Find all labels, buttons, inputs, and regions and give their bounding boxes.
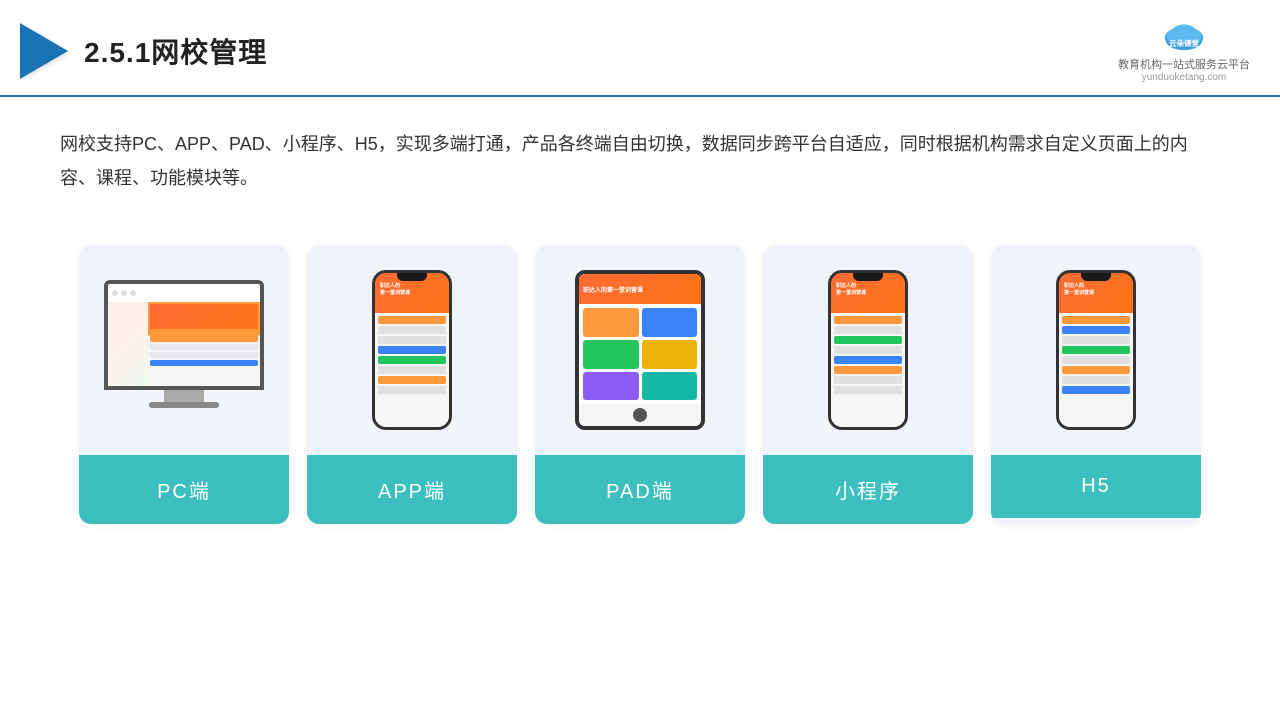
monitor-stand xyxy=(164,390,204,402)
phone-body xyxy=(375,313,449,427)
pc-monitor-mockup xyxy=(104,280,264,420)
play-icon xyxy=(20,23,68,79)
card-app-image: 职达人的第一堂训营课 xyxy=(307,245,517,455)
pad-header-text: 职达人的第一堂训营课 xyxy=(583,285,643,294)
phone-h5-mockup: 职达人的第一堂训营课 xyxy=(1056,270,1136,430)
phone-body-h5 xyxy=(1059,313,1133,427)
brand-logo: 云朵课堂 xyxy=(1159,18,1209,54)
header-left: 2.5.1网校管理 xyxy=(20,23,267,79)
brand-tagline: 教育机构一站式服务云平台 xyxy=(1118,56,1250,72)
pad-mockup: 职达人的第一堂训营课 xyxy=(575,270,705,430)
card-pc-label: PC端 xyxy=(79,455,289,524)
phone-header-text: 职达人的第一堂训营课 xyxy=(380,283,444,296)
card-h5-image: 职达人的第一堂训营课 xyxy=(991,245,1201,455)
description-text: 网校支持PC、APP、PAD、小程序、H5，实现多端打通，产品各终端自由切换，数… xyxy=(0,97,1280,205)
phone-screen: 职达人的第一堂训营课 xyxy=(375,273,449,427)
card-h5-label: H5 xyxy=(991,455,1201,518)
svg-text:云朵课堂: 云朵课堂 xyxy=(1169,38,1199,48)
pad-home-button xyxy=(633,408,647,422)
phone-miniprogram-mockup: 职达人的第一堂训营课 xyxy=(828,270,908,430)
phone-app-mockup: 职达人的第一堂训营课 xyxy=(372,270,452,430)
card-pad-image: 职达人的第一堂训营课 xyxy=(535,245,745,455)
phone-notch-h5 xyxy=(1081,273,1111,281)
phone-notch xyxy=(397,273,427,281)
card-miniprogram-image: 职达人的第一堂训营课 xyxy=(763,245,973,455)
card-app: 职达人的第一堂训营课 APP端 xyxy=(307,245,517,524)
header-right: 云朵课堂 教育机构一站式服务云平台 yunduoketang.com xyxy=(1118,18,1250,83)
monitor-base xyxy=(149,402,219,408)
pad-screen: 职达人的第一堂训营课 xyxy=(579,274,701,426)
description-paragraph: 网校支持PC、APP、PAD、小程序、H5，实现多端打通，产品各终端自由切换，数… xyxy=(60,127,1220,195)
phone-screen-mini: 职达人的第一堂训营课 xyxy=(831,273,905,427)
pad-header: 职达人的第一堂训营课 xyxy=(579,274,701,304)
header: 2.5.1网校管理 云朵课堂 教育机构一站式服务云平台 yunduoketang… xyxy=(0,0,1280,97)
cloud-icon: 云朵课堂 xyxy=(1159,18,1209,54)
card-miniprogram-label: 小程序 xyxy=(763,455,973,524)
phone-header-text-h5: 职达人的第一堂训营课 xyxy=(1064,283,1128,296)
phone-header-text-mini: 职达人的第一堂训营课 xyxy=(836,283,900,296)
brand-url: yunduoketang.com xyxy=(1142,72,1227,83)
page-title: 2.5.1网校管理 xyxy=(84,31,267,71)
card-h5: 职达人的第一堂训营课 H5 xyxy=(991,245,1201,524)
card-miniprogram: 职达人的第一堂训营课 小程序 xyxy=(763,245,973,524)
card-pc: PC端 xyxy=(79,245,289,524)
card-pad: 职达人的第一堂训营课 PAD端 xyxy=(535,245,745,524)
phone-notch-mini xyxy=(853,273,883,281)
card-pc-image xyxy=(79,245,289,455)
pad-body xyxy=(579,304,701,404)
phone-screen-h5: 职达人的第一堂训营课 xyxy=(1059,273,1133,427)
platform-cards: PC端 职达人的第一堂训营课 xyxy=(0,215,1280,554)
monitor-screen xyxy=(104,280,264,390)
phone-body-mini xyxy=(831,313,905,427)
card-pad-label: PAD端 xyxy=(535,455,745,524)
card-app-label: APP端 xyxy=(307,455,517,524)
